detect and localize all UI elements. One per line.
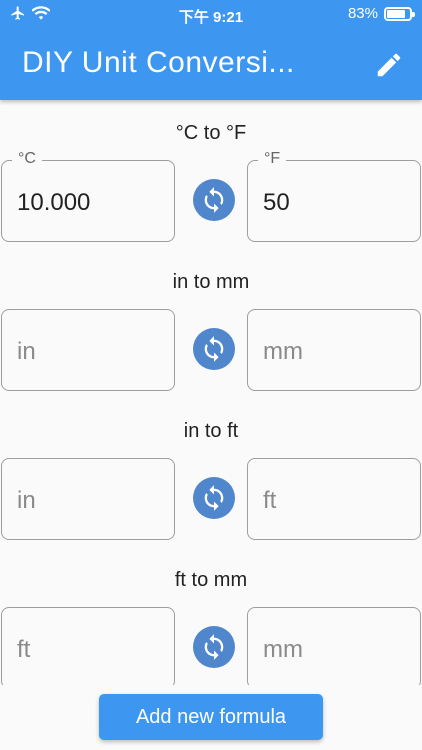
input-field-left[interactable]: °C 10.000 [1, 150, 175, 242]
battery-icon [384, 6, 415, 21]
add-formula-button[interactable]: Add new formula [99, 694, 323, 740]
battery-percent: 83% [347, 5, 378, 22]
field-value[interactable]: 50 [263, 189, 290, 217]
status-bar: 下午 9:21 83% [0, 0, 422, 30]
refresh-icon [204, 187, 224, 213]
swap-button[interactable] [193, 626, 235, 668]
input-field-left[interactable]: ft [1, 607, 175, 689]
conversion-title: ft to mm [174, 569, 248, 591]
refresh-icon [204, 336, 224, 362]
field-label: °F [258, 150, 287, 168]
swap-button[interactable] [193, 477, 235, 519]
field-placeholder: mm [263, 338, 303, 365]
field-placeholder: ft [263, 487, 277, 514]
field-placeholder: in [17, 338, 36, 365]
edit-button[interactable] [374, 50, 404, 80]
input-field-left[interactable]: in [1, 309, 175, 391]
conversion-title: in to ft [183, 420, 239, 442]
field-label: °C [12, 150, 42, 168]
field-value[interactable]: 10.000 [17, 189, 90, 217]
pencil-icon [377, 53, 401, 77]
app-bar: 下午 9:21 83% DIY Unit Conversi... [0, 0, 422, 100]
refresh-icon [204, 485, 224, 511]
field-placeholder: ft [17, 636, 31, 663]
swap-button[interactable] [193, 179, 235, 221]
input-field-right[interactable]: mm [247, 309, 421, 391]
input-field-right[interactable]: ft [247, 458, 421, 540]
field-placeholder: mm [263, 636, 303, 663]
refresh-icon [204, 634, 224, 660]
app-title: DIY Unit Conversi... [22, 46, 295, 79]
swap-button[interactable] [193, 328, 235, 370]
input-field-right[interactable]: mm [247, 607, 421, 689]
input-field-right[interactable]: °F 50 [247, 150, 421, 242]
field-placeholder: in [17, 487, 36, 514]
conversion-title: °C to °F [175, 122, 247, 144]
conversion-title: in to mm [172, 271, 250, 293]
input-field-left[interactable]: in [1, 458, 175, 540]
